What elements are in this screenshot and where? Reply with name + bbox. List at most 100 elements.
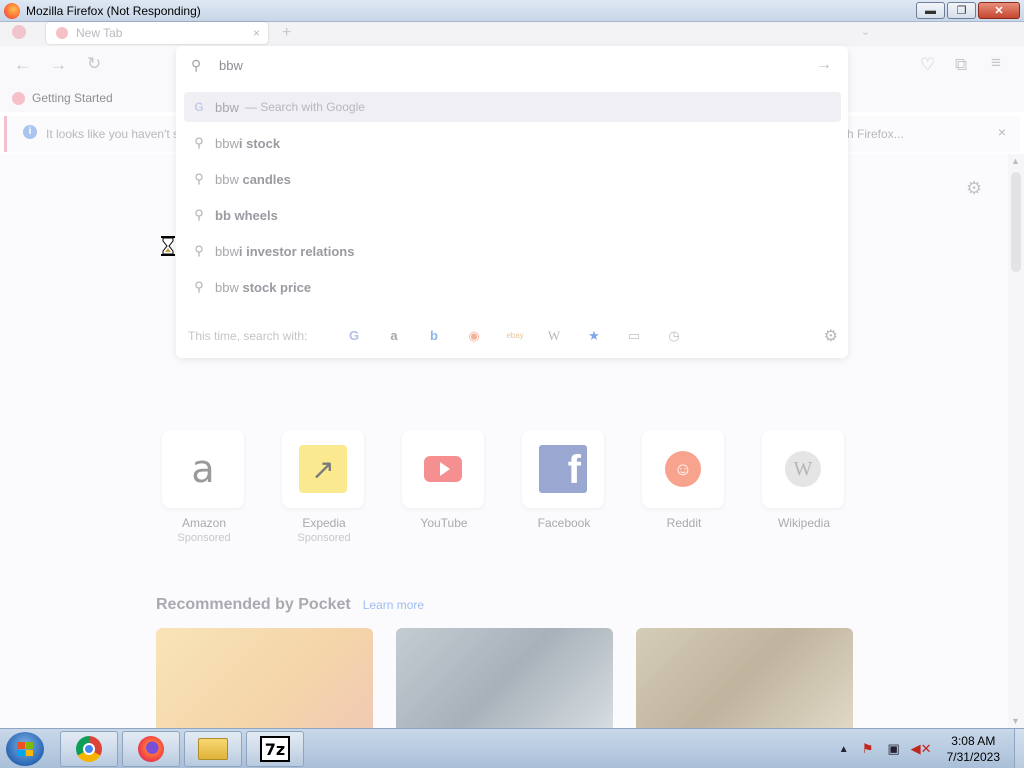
pocket-card[interactable] xyxy=(396,628,613,728)
bookmark-label: Getting Started xyxy=(32,91,113,105)
back-icon[interactable]: ← xyxy=(14,55,31,75)
pocket-learn-more-link[interactable]: Learn more xyxy=(363,598,424,612)
taskbar-firefox[interactable] xyxy=(122,731,180,767)
pocket-icon[interactable]: ♡ xyxy=(920,55,935,75)
ebay-icon[interactable]: ebay xyxy=(504,328,526,344)
tabs-icon[interactable]: ▭ xyxy=(626,328,642,344)
reload-icon[interactable]: ↻ xyxy=(87,54,101,74)
show-hidden-icons-icon[interactable]: ▲ xyxy=(839,744,849,755)
top-site-reddit[interactable]: ☺ Reddit xyxy=(642,430,726,530)
network-icon[interactable]: ▣ xyxy=(885,741,903,757)
suggestion-completion: i investor relations xyxy=(238,243,355,259)
pocket-header: Recommended by Pocket Learn more xyxy=(156,596,424,614)
urlbar-input-row[interactable]: ⚲ bbw → xyxy=(184,50,840,80)
taskbar-explorer[interactable] xyxy=(184,731,242,767)
suggestion-completion: bb wheels xyxy=(215,207,278,223)
go-arrow-icon[interactable]: → xyxy=(816,56,832,74)
page-settings-gear-icon[interactable]: ⚙ xyxy=(966,178,982,199)
clock-date: 7/31/2023 xyxy=(946,750,1000,764)
firefox-icon xyxy=(4,2,20,19)
firefox-icon xyxy=(138,736,164,762)
tab-bar: New Tab × + ⌄ xyxy=(0,22,1024,46)
duckduckgo-icon[interactable]: ◉ xyxy=(466,328,482,344)
bookmarks-star-icon[interactable]: ★ xyxy=(586,328,602,344)
window-title: Mozilla Firefox (Not Responding) xyxy=(26,3,201,18)
chrome-icon xyxy=(76,736,102,762)
extensions-icon[interactable]: ⧉ xyxy=(955,55,967,75)
scrollbar-thumb[interactable] xyxy=(1011,172,1021,272)
top-site-name: Expedia xyxy=(302,516,346,530)
tab-title: New Tab xyxy=(76,26,123,40)
new-tab-button[interactable]: + xyxy=(282,24,291,42)
minimize-button[interactable]: ▬ xyxy=(916,2,945,19)
search-icon: ⚲ xyxy=(194,279,204,294)
pocket-card[interactable] xyxy=(156,628,373,728)
top-site-wikipedia[interactable]: W Wikipedia xyxy=(762,430,846,530)
suggestion-typed: bbw xyxy=(215,171,243,187)
top-site-name: Amazon xyxy=(181,516,227,530)
suggestion-item[interactable]: ⚲ bbw stock price xyxy=(184,272,841,302)
forward-icon[interactable]: → xyxy=(50,55,67,75)
taskbar-chrome[interactable] xyxy=(60,731,118,767)
suggestion-typed: bbw xyxy=(215,135,239,151)
top-site-facebook[interactable]: f Facebook xyxy=(522,430,606,530)
bing-icon[interactable]: b xyxy=(426,328,442,344)
suggestion-action: — Search with Google xyxy=(244,100,365,114)
clock-time: 3:08 AM xyxy=(951,734,996,748)
wikipedia-icon[interactable]: W xyxy=(546,328,562,344)
show-desktop-button[interactable] xyxy=(1014,729,1024,768)
tab-close-icon[interactable]: × xyxy=(253,26,260,40)
top-site-name: Reddit xyxy=(666,516,702,530)
maximize-button[interactable]: ❐ xyxy=(947,2,976,19)
top-site-sponsored: Sponsored xyxy=(177,532,231,544)
history-icon[interactable]: ◷ xyxy=(666,328,682,344)
search-settings-gear-icon[interactable]: ⚙ xyxy=(824,326,838,346)
one-off-label: This time, search with: xyxy=(188,329,308,343)
tab-new-tab[interactable]: New Tab × xyxy=(46,22,268,44)
start-button[interactable] xyxy=(6,732,44,766)
action-center-flag-icon[interactable]: ⚑ xyxy=(859,741,877,757)
suggestion-item[interactable]: ⚲ bbw i stock xyxy=(184,128,841,158)
urlbar-dropdown: ⚲ bbw → G bbw — Search with Google ⚲ bbw… xyxy=(176,46,848,358)
top-site-expedia[interactable]: ↗ Expedia Sponsored xyxy=(282,430,366,544)
notification-text-left: It looks like you haven't s xyxy=(46,127,180,141)
google-icon[interactable]: G xyxy=(346,328,362,344)
google-icon: G xyxy=(194,100,204,114)
top-site-youtube[interactable]: YouTube xyxy=(402,430,486,530)
list-all-tabs-icon[interactable]: ⌄ xyxy=(861,25,870,38)
amazon-icon[interactable]: a xyxy=(386,328,402,344)
notification-close-icon[interactable]: × xyxy=(998,124,1006,140)
suggestion-item[interactable]: ⚲ bbw candles xyxy=(184,164,841,194)
clock[interactable]: 3:08 AM 7/31/2023 xyxy=(947,733,1000,765)
hourglass-cursor-icon xyxy=(161,236,175,256)
top-site-name: Wikipedia xyxy=(777,516,831,530)
window-title-bar: Mozilla Firefox (Not Responding) ▬ ❐ ✕ xyxy=(0,0,1024,22)
menu-icon[interactable]: ≡ xyxy=(991,53,1001,73)
expedia-logo-icon: ↗ xyxy=(299,445,347,493)
tab-favicon-icon xyxy=(56,27,68,39)
volume-muted-icon[interactable]: ◀✕ xyxy=(911,741,932,757)
folder-icon xyxy=(198,738,228,760)
top-site-amazon[interactable]: a Amazon Sponsored xyxy=(162,430,246,544)
taskbar-7zip[interactable]: 7z xyxy=(246,731,304,767)
bookmark-getting-started[interactable]: Getting Started xyxy=(12,91,113,105)
page-scrollbar[interactable]: ▲ ▼ xyxy=(1008,154,1024,728)
scroll-up-icon[interactable]: ▲ xyxy=(1011,156,1020,166)
firefox-view-icon[interactable] xyxy=(12,25,26,39)
suggestion-item[interactable]: ⚲ bbw i investor relations xyxy=(184,236,841,266)
scroll-down-icon[interactable]: ▼ xyxy=(1011,716,1020,726)
suggestion-completion: stock price xyxy=(242,279,312,295)
windows-logo-icon xyxy=(17,742,33,756)
7zip-icon: 7z xyxy=(260,736,290,762)
top-site-name: Facebook xyxy=(537,516,591,530)
wikipedia-logo-icon: W xyxy=(785,451,821,487)
pocket-title: Recommended by Pocket xyxy=(156,596,351,613)
close-button[interactable]: ✕ xyxy=(978,2,1020,19)
bookmark-favicon-icon xyxy=(12,91,25,105)
suggestion-search-with-google[interactable]: G bbw — Search with Google xyxy=(184,92,841,122)
urlbar-input[interactable]: bbw xyxy=(219,58,243,73)
suggestion-typed: bbw xyxy=(215,279,243,295)
pocket-card[interactable] xyxy=(636,628,853,728)
youtube-logo-icon xyxy=(424,456,462,482)
suggestion-item[interactable]: ⚲ bb wheels xyxy=(184,200,841,230)
